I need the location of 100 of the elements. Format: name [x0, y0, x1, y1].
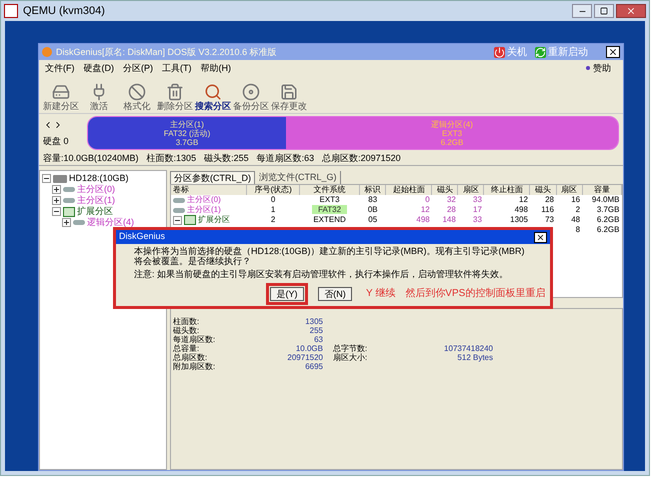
menu-item[interactable]: 分区(P)	[123, 62, 153, 74]
column-header[interactable]: 终止柱面	[484, 185, 530, 195]
table-cell: 05	[368, 215, 378, 224]
close-icon	[608, 47, 618, 57]
detail-value: 6695	[304, 362, 323, 371]
collapse-icon[interactable]	[173, 216, 182, 224]
table-cell: 28	[545, 195, 554, 204]
table-cell: 0B	[368, 205, 378, 214]
toolbar-button[interactable]: 新建分区	[43, 83, 79, 113]
table-cell: 73	[545, 215, 554, 224]
collapse-icon[interactable]	[42, 174, 51, 183]
table-cell: 0	[425, 195, 430, 204]
detail-value: 20971520	[286, 353, 323, 362]
search-icon	[204, 83, 222, 101]
detail-value: 10.0GB	[294, 344, 323, 353]
expand-icon[interactable]	[62, 218, 71, 227]
tree-item[interactable]: HD128:(10GB)	[69, 173, 129, 184]
table-cell: 94.0MB	[592, 195, 620, 204]
table-cell: 83	[368, 195, 378, 204]
column-header[interactable]: 文件系统	[299, 185, 360, 195]
toolbar-button[interactable]: 搜索分区	[195, 83, 231, 113]
toolbar-button[interactable]: 格式化	[119, 83, 155, 113]
column-header[interactable]: 卷标	[171, 185, 247, 195]
table-cell: 498	[514, 205, 528, 214]
column-header[interactable]: 磁头	[432, 185, 458, 195]
toolbar-button[interactable]: 备份分区	[233, 83, 269, 113]
table-cell: 2	[270, 215, 276, 224]
table-cell: 扩展分区	[198, 215, 230, 225]
table-cell: 16	[571, 195, 580, 204]
close-icon	[626, 6, 636, 16]
drive-icon	[63, 198, 75, 203]
expand-icon[interactable]	[52, 196, 61, 205]
table-cell-text: EXTEND	[312, 215, 347, 224]
tree-item[interactable]: 逻辑分区(4)	[87, 217, 134, 228]
menu-item[interactable]: 硬盘(D)	[84, 62, 114, 74]
table-cell: 12	[519, 195, 528, 204]
column-header[interactable]: 扇区	[556, 185, 582, 195]
detail-label: 磁头数:	[173, 326, 200, 335]
table-cell: 498	[416, 215, 430, 224]
detail-label: 总容量:	[173, 344, 200, 353]
toolbar-button[interactable]: 保存更改	[271, 83, 307, 113]
table-cell: 12	[420, 205, 430, 214]
annotation-text: 然后到你VPS的控制面板里重启	[405, 286, 546, 302]
menu-item[interactable]: 工具(T)	[162, 62, 192, 74]
tree-item[interactable]: 主分区(1)	[77, 195, 115, 206]
window-title: QEMU (kvm304)	[23, 4, 105, 19]
dialog-title: DiskGenius	[119, 230, 166, 244]
drive-icon	[63, 187, 75, 192]
column-header[interactable]: 标识	[360, 185, 386, 195]
menu-item[interactable]: 文件(F)	[45, 62, 74, 74]
detail-value: 1305	[304, 317, 323, 326]
dialog-note: 注意: 如果当前硬盘的主引导扇区安装有启动管理软件，执行本操作后，启动管理软件将失效。	[134, 268, 510, 281]
tree-item[interactable]: 扩展分区	[77, 206, 113, 217]
table-cell: 2	[576, 205, 580, 214]
slashed-circle-icon	[128, 83, 146, 101]
close-button[interactable]	[534, 232, 547, 242]
menu-item[interactable]: 帮助(H)	[200, 62, 231, 74]
column-header[interactable]: 起始柱面	[386, 185, 432, 195]
refresh-icon	[535, 46, 546, 58]
dialog-button[interactable]: 是(Y)	[270, 286, 304, 300]
disk-label: 硬盘 0	[43, 136, 70, 146]
column-header[interactable]: 扇区	[458, 185, 484, 195]
toolbar-button[interactable]: 删除分区	[157, 83, 193, 113]
sponsor-link[interactable]: 赞助	[586, 62, 611, 74]
save-icon	[280, 83, 298, 101]
table-cell: 1305	[510, 215, 528, 224]
detail-label: 每道扇区数:	[173, 335, 216, 344]
detail-label: 总扇区数:	[173, 353, 208, 362]
drive-icon	[173, 198, 185, 202]
table-cell: 28	[446, 205, 456, 214]
dialog-button[interactable]: 否(N)	[318, 286, 352, 300]
close-button[interactable]	[606, 46, 620, 58]
drive-icon	[173, 208, 185, 212]
tab[interactable]: 浏览文件(CTRL_G)	[256, 171, 341, 184]
partition-segment[interactable]: 主分区(1) FAT32 (活动) 3.7GB	[88, 117, 286, 149]
minimize-button[interactable]	[572, 4, 592, 18]
detail-value: 10737418240	[443, 344, 493, 353]
disc-icon	[242, 83, 260, 101]
detail-value: 512 Bytes	[456, 353, 493, 362]
maximize-button[interactable]	[594, 4, 614, 18]
column-header[interactable]: 磁头	[530, 185, 556, 195]
table-cell: 148	[442, 215, 456, 224]
power-icon	[494, 46, 505, 58]
table-cell: 32	[446, 195, 456, 204]
detail-value: 255	[308, 326, 323, 335]
table-cell: 0	[270, 195, 276, 204]
detail-label: 柱面数:	[173, 317, 200, 326]
detail-value: 63	[313, 335, 323, 344]
collapse-icon[interactable]	[52, 207, 61, 216]
app-icon	[42, 47, 52, 57]
expand-icon[interactable]	[52, 185, 61, 194]
table-cell: 6.2GB	[596, 225, 620, 234]
toolbar-button[interactable]: 激活	[81, 83, 117, 113]
tree-item[interactable]: 主分区(0)	[77, 184, 115, 195]
folder-icon	[63, 206, 75, 216]
table-cell: 1	[270, 205, 276, 214]
column-header[interactable]: 序号(状态)	[246, 185, 300, 195]
tab[interactable]: 分区参数(CTRL_D)	[170, 171, 256, 184]
trash-icon	[166, 83, 184, 101]
column-header[interactable]: 容量	[582, 185, 622, 195]
